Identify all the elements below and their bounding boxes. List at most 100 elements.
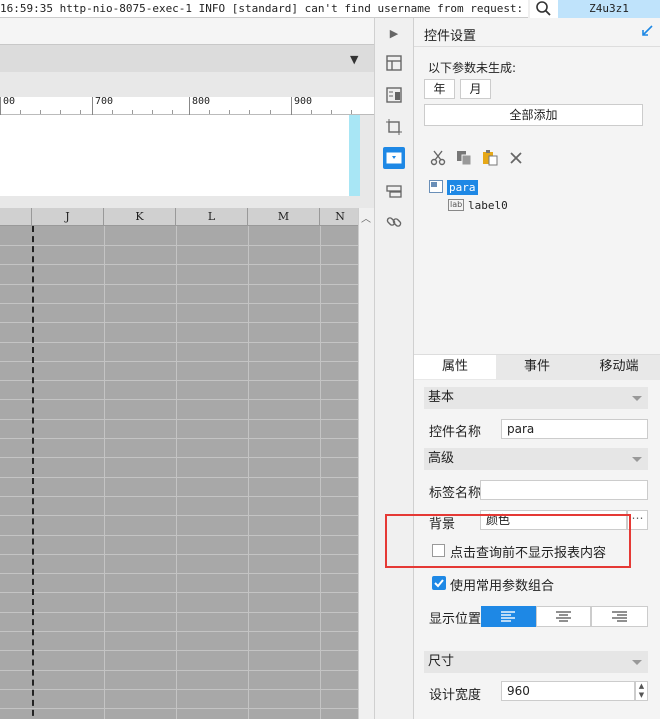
chevron-right-icon[interactable]: ▶ [383, 22, 405, 44]
user-id-text: Z4u3z1 [589, 2, 629, 15]
design-width-stepper[interactable]: ▲ ▼ [635, 681, 648, 701]
tree-node-label0[interactable]: label0 [468, 199, 508, 212]
ruler-tick: 900 [291, 97, 312, 115]
canvas-resize-strip[interactable] [349, 115, 360, 196]
add-all-button[interactable]: 全部添加 [424, 104, 643, 126]
grid-row-line [0, 303, 358, 304]
page-break-line [32, 226, 34, 719]
para-node-icon [429, 180, 443, 196]
layout-icon[interactable] [383, 52, 405, 74]
widget-name-input[interactable]: para [501, 419, 648, 439]
column-header-n[interactable]: N [320, 208, 358, 226]
param-month-button[interactable]: 月 [460, 79, 491, 99]
workspace-tab-strip [0, 18, 374, 44]
horizontal-ruler: 00 700 800 900 [0, 97, 374, 115]
highlight-annotation-box [385, 514, 631, 568]
log-message-bar: 16:59:35 http-nio-8075-exec-1 INFO [stan… [0, 0, 528, 18]
link-icon[interactable] [383, 211, 405, 233]
grid-row-line [0, 438, 358, 439]
cut-icon[interactable] [430, 150, 446, 169]
panel-title: 控件设置 [424, 29, 477, 44]
vertical-scrollbar[interactable]: ︿ [358, 208, 374, 719]
column-header-j[interactable]: J [32, 208, 104, 226]
grid-row-line [0, 689, 358, 690]
grid-row-line [0, 612, 358, 613]
divider [414, 46, 660, 47]
section-basic-label: 基本 [428, 390, 455, 405]
column-header-l[interactable]: L [176, 208, 248, 226]
display-position-label: 显示位置 [429, 612, 482, 627]
column-header-row: J K L M N [0, 208, 358, 226]
collapse-arrow-icon[interactable] [641, 25, 653, 40]
grid-row-line [0, 380, 358, 381]
params-not-generated-notice: 以下参数未生成: [428, 61, 517, 75]
grid-row-line [0, 573, 358, 574]
tab-mobile[interactable]: 移动端 [578, 355, 660, 379]
grid-row-line [0, 515, 358, 516]
grid-row-line [0, 322, 358, 323]
grid-row-line [0, 245, 358, 246]
workspace-gap [0, 196, 374, 208]
search-icon[interactable] [530, 0, 558, 18]
grid-row-line [0, 670, 358, 671]
form-icon[interactable] [383, 84, 405, 106]
grid-row-line [0, 264, 358, 265]
align-left-button[interactable] [481, 606, 536, 627]
tag-name-label: 标签名称 [429, 486, 482, 501]
paste-icon[interactable] [482, 150, 498, 169]
grid-row-line [0, 554, 358, 555]
section-size[interactable]: 尺寸 [424, 651, 648, 673]
design-width-input[interactable]: 960 [501, 681, 635, 701]
pane-menu-icon[interactable]: ▼ [350, 53, 358, 66]
parameter-pane-header: ▼ [0, 44, 374, 72]
section-size-label: 尺寸 [428, 654, 455, 669]
label-widget-icon[interactable] [383, 180, 405, 202]
ruler-tick: 00 [0, 97, 15, 115]
section-advanced[interactable]: 高级 [424, 448, 648, 470]
grid-row-line [0, 284, 358, 285]
section-basic[interactable]: 基本 [424, 387, 648, 409]
grid-row-line [0, 535, 358, 536]
grid-row-line [0, 457, 358, 458]
widget-name-label: 控件名称 [429, 425, 482, 440]
chevron-down-icon[interactable] [632, 396, 642, 401]
grid-row-line [0, 477, 358, 478]
tree-node-para[interactable]: para [447, 180, 478, 195]
grid-row-line [0, 496, 358, 497]
use-common-params-label: 使用常用参数组合 [450, 579, 555, 594]
parameter-canvas[interactable] [0, 115, 360, 196]
dropdown-widget-icon[interactable] [383, 147, 405, 169]
label-node-badge: lab [448, 199, 465, 211]
align-center-button[interactable] [536, 606, 591, 627]
chevron-down-icon[interactable] [632, 660, 642, 665]
tab-events[interactable]: 事件 [496, 355, 578, 379]
ruler-tick: 800 [189, 97, 210, 115]
design-width-label: 设计宽度 [429, 688, 482, 703]
align-right-button[interactable] [591, 606, 648, 627]
grid-row-line [0, 631, 358, 632]
use-common-params-checkbox[interactable] [432, 576, 446, 590]
ruler-tick: 700 [92, 97, 113, 115]
grid-row-line [0, 361, 358, 362]
grid-row-line [0, 399, 358, 400]
report-grid[interactable]: J K L M N [0, 208, 358, 719]
chevron-down-icon[interactable] [632, 457, 642, 462]
grid-row-line [0, 419, 358, 420]
tag-name-input[interactable] [480, 480, 648, 500]
column-header-k[interactable]: K [104, 208, 176, 226]
tab-properties[interactable]: 属性 [414, 355, 496, 379]
log-text: 16:59:35 http-nio-8075-exec-1 INFO [stan… [0, 2, 528, 15]
grid-row-line [0, 592, 358, 593]
user-id-badge[interactable]: Z4u3z1 [558, 0, 660, 18]
grid-row-line [0, 342, 358, 343]
column-header[interactable] [0, 208, 32, 226]
section-advanced-label: 高级 [428, 451, 455, 466]
grid-row-line [0, 650, 358, 651]
copy-icon[interactable] [456, 150, 472, 169]
grid-row-line [0, 708, 358, 709]
column-header-m[interactable]: M [248, 208, 320, 226]
delete-icon[interactable] [508, 150, 524, 169]
chevron-up-icon[interactable]: ︿ [361, 210, 371, 225]
param-year-button[interactable]: 年 [424, 79, 455, 99]
frame-icon[interactable] [383, 116, 405, 138]
